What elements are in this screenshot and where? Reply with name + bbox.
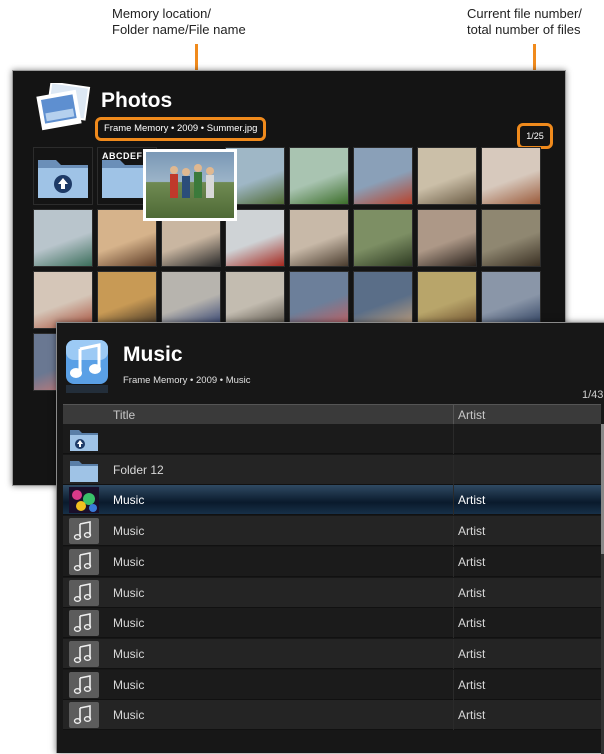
callout-location: Memory location/ Folder name/File name bbox=[112, 6, 246, 38]
photo-thumb[interactable] bbox=[353, 209, 413, 267]
music-row-title: Music bbox=[113, 646, 145, 661]
folder-icon bbox=[69, 457, 99, 483]
music-icon bbox=[66, 340, 108, 393]
music-note-icon bbox=[69, 640, 99, 667]
music-row-artist: Artist bbox=[458, 524, 486, 539]
column-divider bbox=[453, 485, 454, 516]
music-row[interactable]: Music Artist bbox=[63, 546, 601, 577]
music-row-title: Folder 12 bbox=[113, 462, 164, 477]
photos-breadcrumb: Frame Memory • 2009 • Summer.jpg bbox=[95, 117, 267, 141]
people-photo-icon bbox=[170, 164, 214, 198]
photo-thumb[interactable] bbox=[417, 271, 477, 329]
photo-thumb[interactable] bbox=[417, 147, 477, 205]
column-divider bbox=[453, 516, 454, 547]
column-divider bbox=[453, 608, 454, 639]
music-note-icon bbox=[69, 671, 99, 698]
music-note-icon bbox=[69, 518, 99, 545]
music-breadcrumb: Frame Memory • 2009 • Music bbox=[123, 375, 251, 386]
photos-file-counter: 1/25 bbox=[517, 123, 553, 149]
column-divider bbox=[453, 669, 454, 700]
music-row-title: Music bbox=[113, 554, 145, 569]
music-row-artist: Artist bbox=[458, 585, 486, 600]
column-divider bbox=[453, 546, 454, 577]
music-row-artist: Artist bbox=[458, 677, 486, 692]
callout-count-line1: Current file number/ bbox=[467, 6, 582, 21]
photo-thumb[interactable] bbox=[225, 271, 285, 329]
column-divider bbox=[453, 577, 454, 608]
photo-thumb[interactable] bbox=[353, 147, 413, 205]
photo-thumb[interactable] bbox=[289, 271, 349, 329]
folder-thumb-label: ABCDEF bbox=[102, 151, 143, 161]
photos-title: Photos bbox=[101, 89, 173, 112]
music-row[interactable]: Music Artist bbox=[63, 516, 601, 547]
folder-up-icon bbox=[69, 426, 99, 452]
music-note-icon bbox=[69, 702, 99, 729]
photo-thumb[interactable] bbox=[481, 147, 541, 205]
photo-thumb[interactable] bbox=[481, 209, 541, 267]
music-note-icon bbox=[69, 610, 99, 637]
photo-thumb[interactable] bbox=[289, 209, 349, 267]
music-row-title: Music bbox=[113, 493, 145, 508]
music-row[interactable]: Music Artist bbox=[63, 608, 601, 639]
photo-thumb[interactable] bbox=[289, 147, 349, 205]
music-row[interactable]: Music Artist bbox=[63, 638, 601, 669]
album-art-icon bbox=[69, 487, 99, 514]
photo-thumb[interactable] bbox=[33, 209, 93, 267]
column-divider bbox=[453, 700, 454, 731]
music-row-title: Music bbox=[113, 585, 145, 600]
column-divider bbox=[453, 454, 454, 485]
up-folder-thumb[interactable] bbox=[33, 147, 93, 205]
callout-location-line2: Folder name/File name bbox=[112, 22, 246, 37]
folder-up-icon bbox=[38, 160, 88, 198]
music-note-icon bbox=[69, 579, 99, 606]
music-note-icon bbox=[69, 548, 99, 575]
music-row[interactable]: Music Artist bbox=[63, 700, 601, 731]
photo-thumb[interactable] bbox=[481, 271, 541, 329]
photo-thumb[interactable] bbox=[417, 209, 477, 267]
column-header-artist[interactable]: Artist bbox=[458, 408, 485, 422]
column-divider bbox=[453, 405, 454, 425]
music-row-artist: Artist bbox=[458, 493, 486, 508]
column-divider bbox=[453, 424, 454, 454]
music-row-title: Music bbox=[113, 524, 145, 539]
music-row[interactable]: Folder 12 bbox=[63, 454, 601, 485]
selected-photo-thumb[interactable] bbox=[143, 149, 237, 221]
music-row-title: Music bbox=[113, 677, 145, 692]
callout-count: Current file number/ total number of fil… bbox=[467, 6, 582, 38]
column-header-title[interactable]: Title bbox=[113, 408, 135, 422]
music-row-artist: Artist bbox=[458, 616, 486, 631]
music-row-title: Music bbox=[113, 616, 145, 631]
music-row-artist: Artist bbox=[458, 554, 486, 569]
callout-count-line2: total number of files bbox=[467, 22, 581, 37]
music-row-artist: Artist bbox=[458, 646, 486, 661]
music-row-artist: Artist bbox=[458, 708, 486, 723]
music-window: Music Frame Memory • 2009 • Music 1/43 T… bbox=[56, 322, 604, 754]
music-row[interactable]: Music Artist bbox=[63, 577, 601, 608]
music-row[interactable] bbox=[63, 424, 601, 454]
photos-icon bbox=[36, 83, 91, 131]
photo-thumb[interactable] bbox=[353, 271, 413, 329]
photo-thumb[interactable] bbox=[97, 271, 157, 329]
music-table-header: Title Artist bbox=[63, 404, 601, 425]
music-row-title: Music bbox=[113, 708, 145, 723]
photo-thumb[interactable] bbox=[161, 271, 221, 329]
photo-thumb[interactable] bbox=[33, 271, 93, 329]
callout-location-line1: Memory location/ bbox=[112, 6, 211, 21]
music-title: Music bbox=[123, 343, 183, 366]
music-row-selected[interactable]: Music Artist bbox=[63, 485, 601, 516]
column-divider bbox=[453, 638, 454, 669]
music-file-counter: 1/43 bbox=[582, 389, 604, 401]
music-row[interactable]: Music Artist bbox=[63, 669, 601, 700]
